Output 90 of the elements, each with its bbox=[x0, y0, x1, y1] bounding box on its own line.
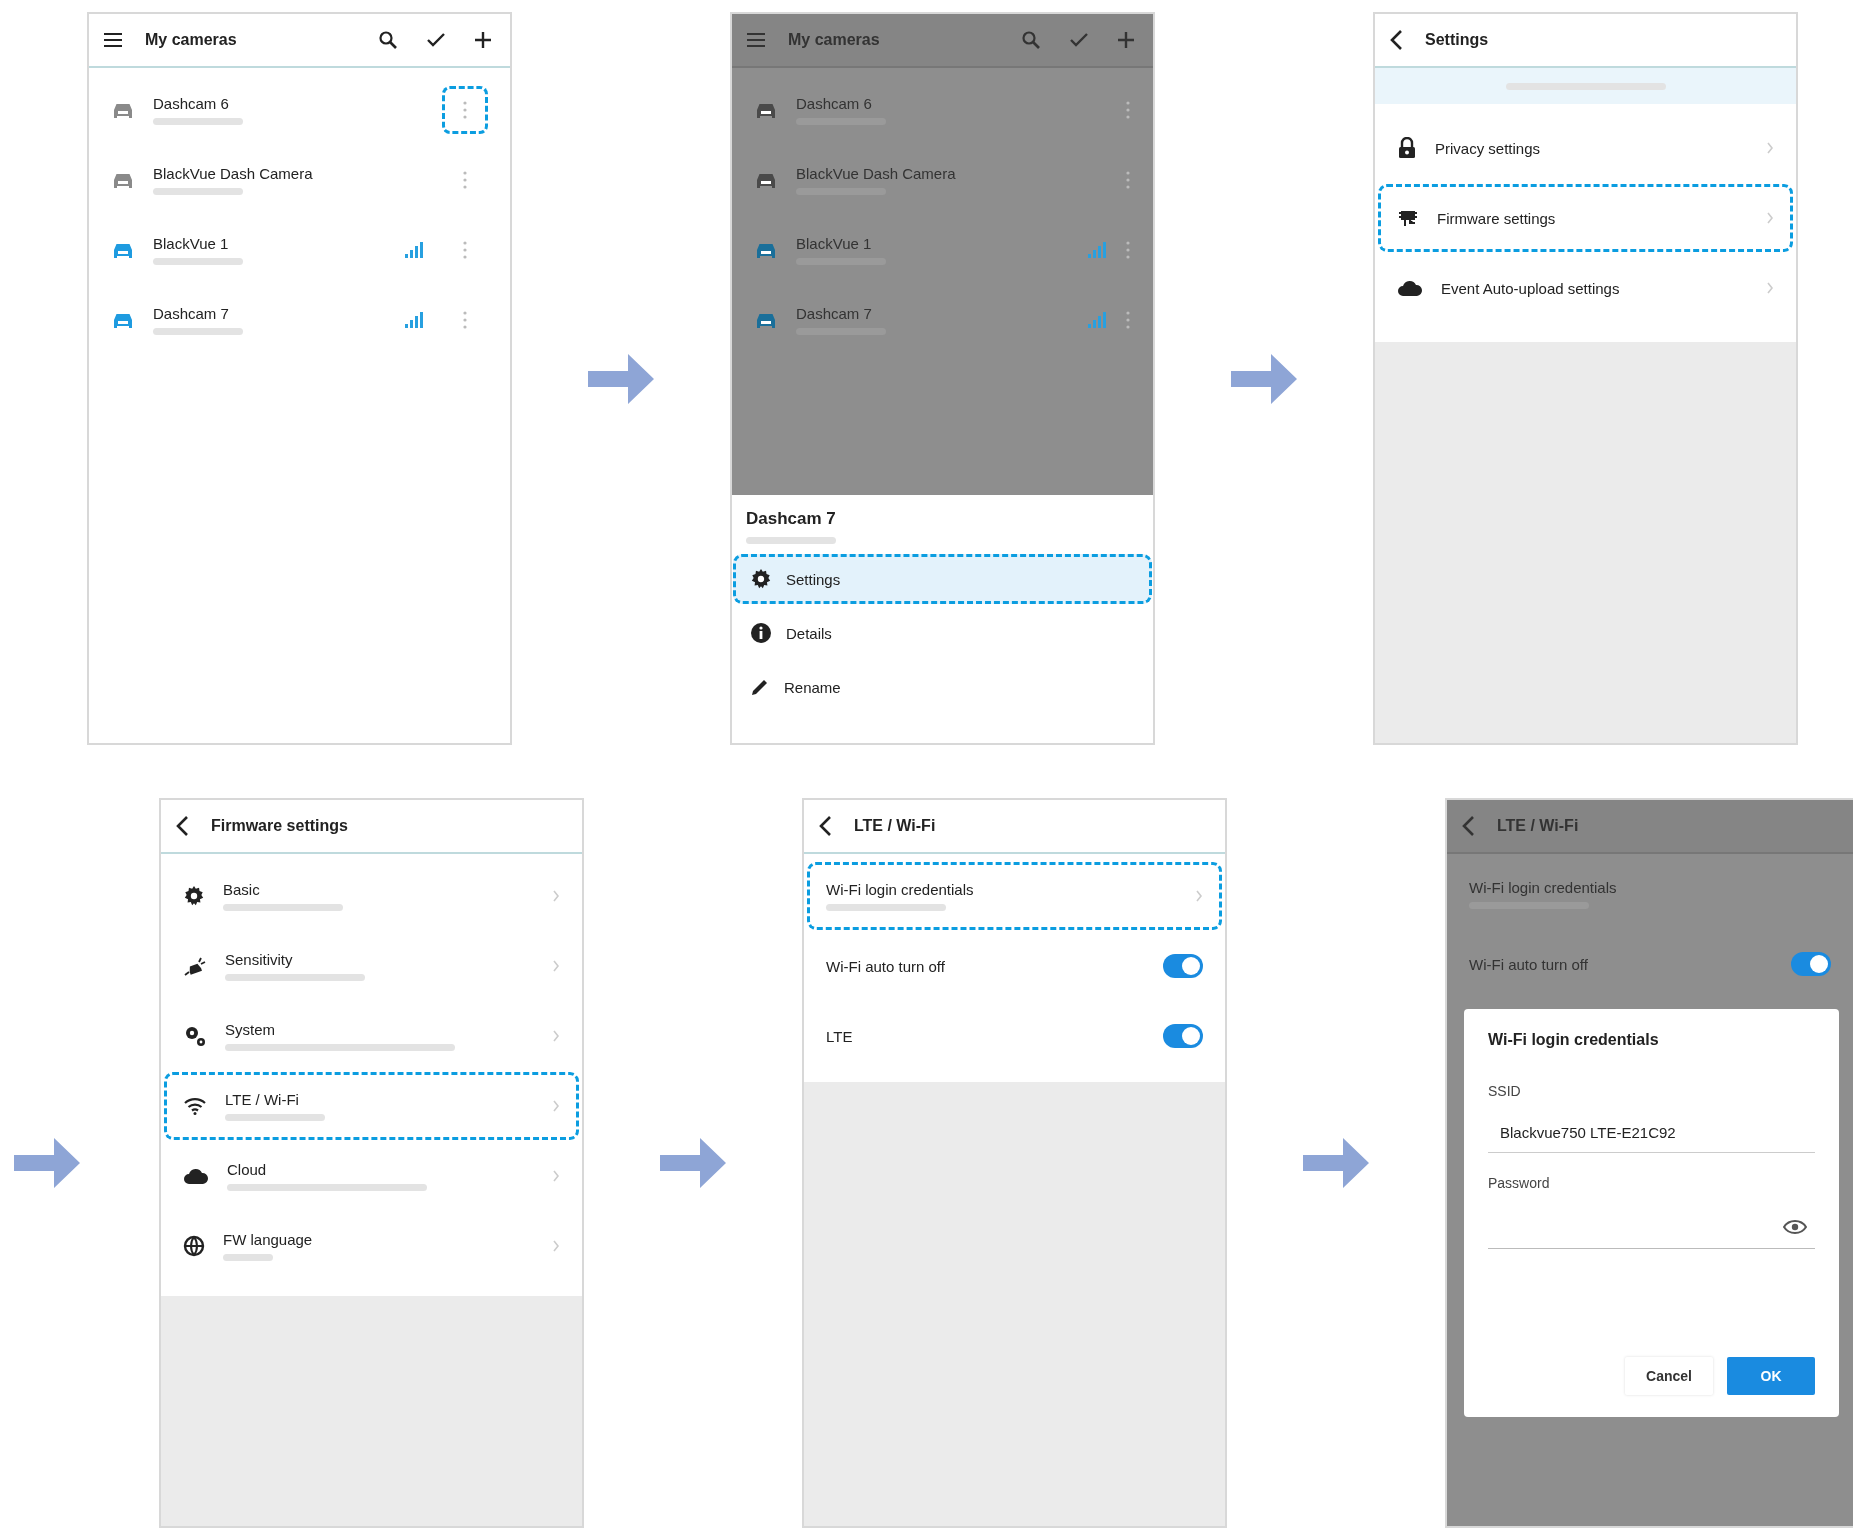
more-icon[interactable] bbox=[1125, 310, 1131, 330]
chevron-icon[interactable] bbox=[552, 1240, 560, 1252]
right-arrow-icon bbox=[1303, 1138, 1369, 1188]
menu-item[interactable]: Wi-Fi login credentials bbox=[1450, 860, 1850, 928]
signal-icon bbox=[1087, 241, 1107, 259]
screen-title: My cameras bbox=[145, 31, 238, 49]
right-arrow-icon bbox=[1231, 353, 1297, 404]
camera-name[interactable]: BlackVue Dash Camera bbox=[153, 165, 424, 182]
back-icon[interactable] bbox=[175, 815, 189, 837]
camera-name[interactable]: Dashcam 7 bbox=[153, 305, 386, 322]
camera-name[interactable]: Dashcam 6 bbox=[153, 95, 424, 112]
more-icon[interactable] bbox=[1125, 100, 1131, 120]
chevron-icon[interactable] bbox=[552, 1170, 560, 1182]
chevron-icon[interactable] bbox=[1766, 212, 1774, 224]
signal-icon bbox=[1087, 311, 1107, 329]
menu-item[interactable]: Basic bbox=[164, 862, 579, 930]
setting-label: LTE bbox=[826, 1027, 854, 1045]
ok-button[interactable]: OK bbox=[1727, 1357, 1815, 1395]
chevron-icon[interactable] bbox=[1766, 142, 1774, 154]
menu-item[interactable]: Settings bbox=[733, 554, 1152, 604]
wifi-icon bbox=[183, 1097, 207, 1115]
field-label: Password bbox=[1488, 1175, 1551, 1191]
menu-item[interactable]: Sensitivity bbox=[164, 932, 579, 1000]
chip-icon bbox=[1397, 208, 1419, 228]
menu-item[interactable]: Privacy settings bbox=[1378, 114, 1793, 182]
right-arrow-icon bbox=[14, 1138, 80, 1188]
signal-icon bbox=[404, 241, 424, 259]
setting-label: Wi-Fi auto turn off bbox=[1469, 955, 1589, 973]
back-icon[interactable] bbox=[818, 815, 832, 837]
dialog-title: Wi-Fi login credentials bbox=[1488, 1031, 1660, 1049]
screen-title: Settings bbox=[1425, 31, 1490, 49]
cancel-button[interactable]: Cancel bbox=[1625, 1357, 1713, 1395]
menu-item[interactable]: Event Auto-upload settings bbox=[1378, 254, 1793, 322]
chevron-icon[interactable] bbox=[552, 1030, 560, 1042]
chevron-icon[interactable] bbox=[552, 960, 560, 972]
cloud-icon bbox=[183, 1167, 209, 1185]
setting-label: Wi-Fi auto turn off bbox=[826, 957, 946, 975]
menu-item[interactable]: Rename bbox=[733, 662, 1152, 712]
right-arrow-icon bbox=[660, 1138, 726, 1188]
car-impact-icon bbox=[183, 955, 207, 977]
camera-name[interactable]: BlackVue Dash Camera bbox=[796, 165, 1107, 182]
screen-title: LTE / Wi-Fi bbox=[854, 817, 937, 835]
field-label: SSID bbox=[1488, 1083, 1522, 1099]
more-icon[interactable] bbox=[1125, 170, 1131, 190]
signal-icon bbox=[404, 311, 424, 329]
camera-name[interactable]: BlackVue 1 bbox=[796, 235, 1069, 252]
back-icon[interactable] bbox=[1389, 29, 1403, 51]
screen-title: Firmware settings bbox=[211, 817, 349, 835]
menu-item[interactable]: Details bbox=[733, 608, 1152, 658]
camera-name[interactable]: BlackVue 1 bbox=[153, 235, 386, 252]
menu-item[interactable]: Wi-Fi login credentials bbox=[807, 862, 1222, 930]
menu-item[interactable]: System bbox=[164, 1002, 579, 1070]
cloud-icon bbox=[1397, 279, 1423, 297]
menu-item[interactable]: Cloud bbox=[164, 1142, 579, 1210]
screen-title: My cameras bbox=[788, 31, 881, 49]
chevron-icon[interactable] bbox=[1766, 282, 1774, 294]
add-icon[interactable] bbox=[474, 31, 492, 49]
screen-title: LTE / Wi-Fi bbox=[1497, 817, 1580, 835]
checkmark-icon[interactable] bbox=[426, 32, 446, 48]
more-icon[interactable] bbox=[462, 170, 468, 190]
more-icon[interactable] bbox=[462, 240, 468, 260]
more-button[interactable] bbox=[442, 86, 488, 134]
blurred-text bbox=[223, 1254, 273, 1261]
more-icon[interactable] bbox=[462, 100, 468, 120]
chevron-icon[interactable] bbox=[552, 1100, 560, 1112]
eye-icon[interactable] bbox=[1783, 1218, 1807, 1235]
menu-item[interactable]: Firmware settings bbox=[1378, 184, 1793, 252]
menu-icon[interactable] bbox=[103, 32, 123, 48]
more-icon[interactable] bbox=[462, 310, 468, 330]
menu-item[interactable]: FW language bbox=[164, 1212, 579, 1280]
gear-icon bbox=[750, 568, 772, 590]
pencil-icon bbox=[750, 677, 770, 697]
toggle-switch[interactable] bbox=[1163, 954, 1203, 978]
right-arrow-icon bbox=[588, 353, 654, 404]
toggle-switch[interactable] bbox=[1163, 1024, 1203, 1048]
camera-name[interactable]: Dashcam 7 bbox=[796, 305, 1069, 322]
globe-icon bbox=[183, 1235, 205, 1257]
search-icon[interactable] bbox=[378, 30, 398, 50]
camera-name[interactable]: Dashcam 6 bbox=[796, 95, 1107, 112]
menu-item[interactable]: LTE / Wi-Fi bbox=[164, 1072, 579, 1140]
gear-icon bbox=[183, 885, 205, 907]
cogs-icon bbox=[183, 1024, 207, 1048]
chevron-icon[interactable] bbox=[1195, 890, 1203, 902]
checkmark-icon[interactable] bbox=[1069, 32, 1089, 48]
chevron-icon[interactable] bbox=[552, 890, 560, 902]
info-icon bbox=[750, 622, 772, 644]
toggle-switch[interactable] bbox=[1791, 952, 1831, 976]
sheet-title: Dashcam 7 bbox=[745, 509, 837, 529]
more-icon[interactable] bbox=[1125, 240, 1131, 260]
lock-icon bbox=[1397, 137, 1417, 159]
